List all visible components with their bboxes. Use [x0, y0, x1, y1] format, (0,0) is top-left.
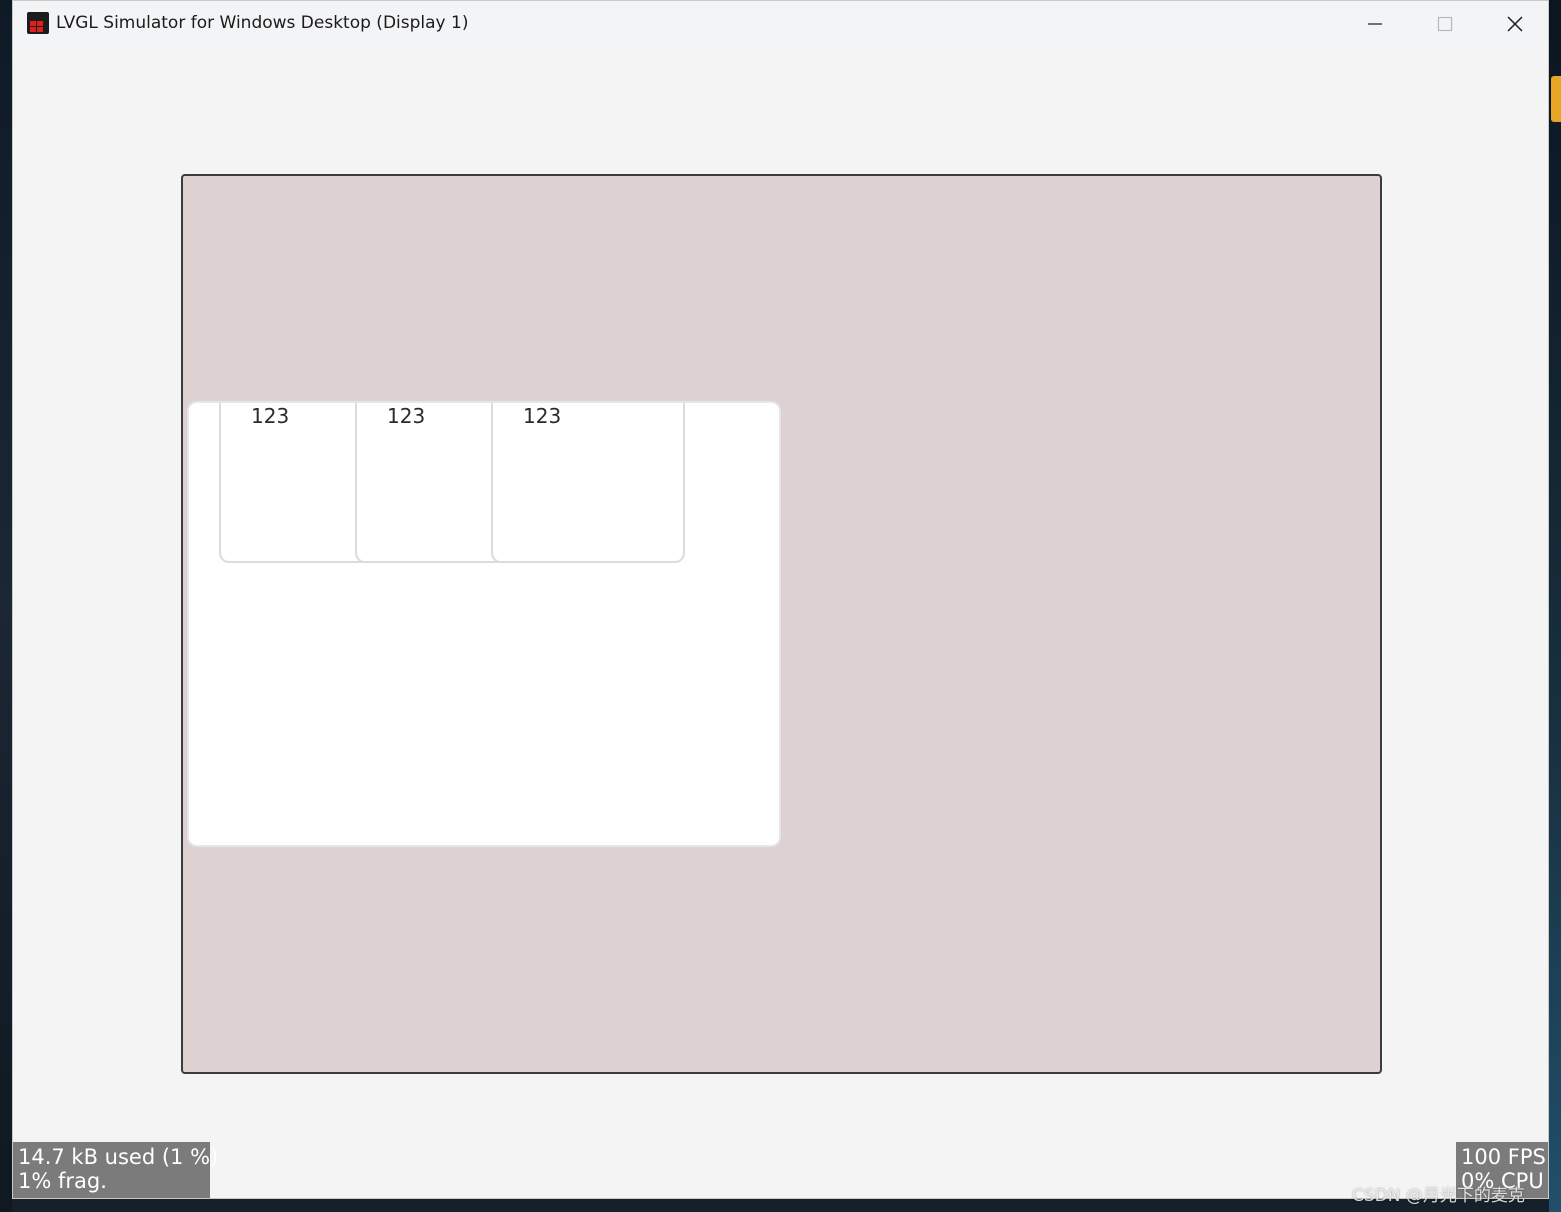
lvgl-screen[interactable]: 123 123 123 [181, 174, 1382, 1074]
simulator-window: LVGL Simulator for Windows Desktop (Disp… [12, 0, 1549, 1199]
tile-3[interactable]: 123 [491, 403, 685, 563]
watermark-text: CSDN @月光下的麦克 [1352, 1186, 1525, 1206]
lvgl-app-icon [27, 12, 49, 34]
memory-frag-text: 1% frag. [18, 1169, 107, 1193]
container-panel[interactable]: 123 123 123 [187, 401, 781, 847]
tile-label: 123 [523, 404, 562, 428]
close-icon [1507, 16, 1523, 32]
desktop-background-right [1549, 0, 1561, 1212]
tile-label: 123 [387, 404, 426, 428]
memory-monitor: 14.7 kB used (1 %) 1% frag. [13, 1142, 219, 1198]
minimize-button[interactable] [1340, 1, 1410, 47]
close-button[interactable] [1480, 1, 1548, 47]
tile-label: 123 [251, 404, 290, 428]
memory-used-text: 14.7 kB used (1 %) [18, 1145, 219, 1169]
maximize-button[interactable] [1410, 1, 1480, 47]
simulator-content-area: 123 123 123 14.7 kB used (1 %) 1% frag. … [13, 47, 1548, 1198]
minimize-icon [1368, 23, 1382, 25]
desktop-taskbar-accent [1551, 76, 1561, 122]
maximize-icon [1437, 16, 1453, 32]
window-title: LVGL Simulator for Windows Desktop (Disp… [56, 13, 469, 33]
fps-text: 100 FPS [1461, 1145, 1546, 1169]
title-bar[interactable]: LVGL Simulator for Windows Desktop (Disp… [13, 1, 1548, 47]
desktop-background-left [0, 0, 12, 1212]
